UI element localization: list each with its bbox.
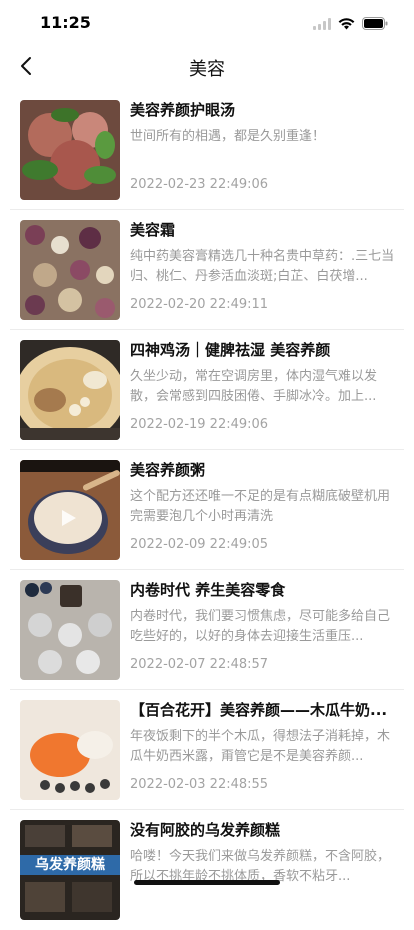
list-item[interactable]: 美容霜 纯中药美容膏精选几十种名贵中草药：.三七当归、桃仁、丹参活血淡斑;白芷、… — [0, 210, 414, 330]
item-title: 美容养颜粥 — [130, 461, 206, 479]
home-indicator — [134, 880, 280, 885]
item-description: 这个配方还还唯一不足的是有点糊底破壁机用完需要泡几个小时再清洗 — [130, 489, 391, 524]
list-item[interactable]: 内卷时代 养生美容零食 内卷时代，我们要习惯焦虑，尽可能多给自己吃些好的，以好的… — [0, 570, 414, 690]
status-icons — [313, 15, 388, 34]
item-date: 2022-02-07 22:48:57 — [130, 657, 269, 672]
battery-icon — [362, 15, 388, 34]
item-description: 内卷时代，我们要习惯焦虑，尽可能多给自己吃些好的，以好的身体去迎接生活重压... — [130, 609, 391, 644]
recipe-thumbnail — [20, 460, 120, 560]
recipe-thumbnail — [20, 220, 120, 320]
item-title: 美容霜 — [130, 221, 176, 239]
item-description: 纯中药美容膏精选几十种名贵中草药：.三七当归、桃仁、丹参活血淡斑;白芷、白茯增.… — [130, 249, 395, 284]
cellular-signal-icon — [313, 15, 331, 34]
recipe-thumbnail — [20, 100, 120, 200]
thumbnail-caption: 乌发养颜糕 — [35, 857, 105, 873]
recipe-thumbnail — [20, 340, 120, 440]
status-bar: 11:25 — [0, 0, 414, 46]
item-description: 久坐少动，常在空调房里，体内湿气难以发散，会常感到四肢困倦、手脚冰冷。加上... — [130, 369, 378, 404]
page-title: 美容 — [189, 59, 225, 80]
nav-bar: 美容 — [0, 46, 414, 90]
status-time: 11:25 — [40, 13, 91, 32]
item-title: 四神鸡汤｜健脾祛湿 美容养颜 — [130, 341, 331, 359]
list-item[interactable]: 乌发养颜糕 没有阿胶的乌发养颜糕 哈喽！今天我们来做乌发养颜糕，不含阿胶，所以不… — [0, 810, 414, 930]
recipe-thumbnail: 乌发养颜糕 — [20, 820, 120, 920]
item-title: 没有阿胶的乌发养颜糕 — [130, 821, 281, 839]
item-date: 2022-02-20 22:49:11 — [130, 297, 269, 312]
item-date: 2022-02-19 22:49:06 — [130, 417, 269, 432]
recipe-thumbnail — [20, 580, 120, 680]
list-item[interactable]: 美容养颜粥 这个配方还还唯一不足的是有点糊底破壁机用完需要泡几个小时再清洗 20… — [0, 450, 414, 570]
item-date: 2022-02-03 22:48:55 — [130, 777, 269, 792]
item-title: 美容养颜护眼汤 — [130, 101, 236, 119]
item-description: 年夜饭剩下的半个木瓜，得想法子消耗掉，木瓜牛奶西米露，甭管它是不是美容养颜... — [130, 729, 391, 764]
item-description: 世间所有的相遇，都是久别重逢！ — [130, 129, 326, 144]
list-item[interactable]: 【百合花开】美容养颜——木瓜牛奶... 年夜饭剩下的半个木瓜，得想法子消耗掉，木… — [0, 690, 414, 810]
list-item[interactable]: 四神鸡汤｜健脾祛湿 美容养颜 久坐少动，常在空调房里，体内湿气难以发散，会常感到… — [0, 330, 414, 450]
item-title: 内卷时代 养生美容零食 — [130, 581, 286, 599]
item-title: 【百合花开】美容养颜——木瓜牛奶... — [130, 701, 388, 719]
item-date: 2022-02-09 22:49:05 — [130, 537, 269, 552]
recipe-thumbnail — [20, 700, 120, 800]
item-date: 2022-02-23 22:49:06 — [130, 177, 269, 192]
wifi-icon — [338, 15, 355, 34]
list-item[interactable]: 美容养颜护眼汤 世间所有的相遇，都是久别重逢！ 2022-02-23 22:49… — [0, 90, 414, 210]
